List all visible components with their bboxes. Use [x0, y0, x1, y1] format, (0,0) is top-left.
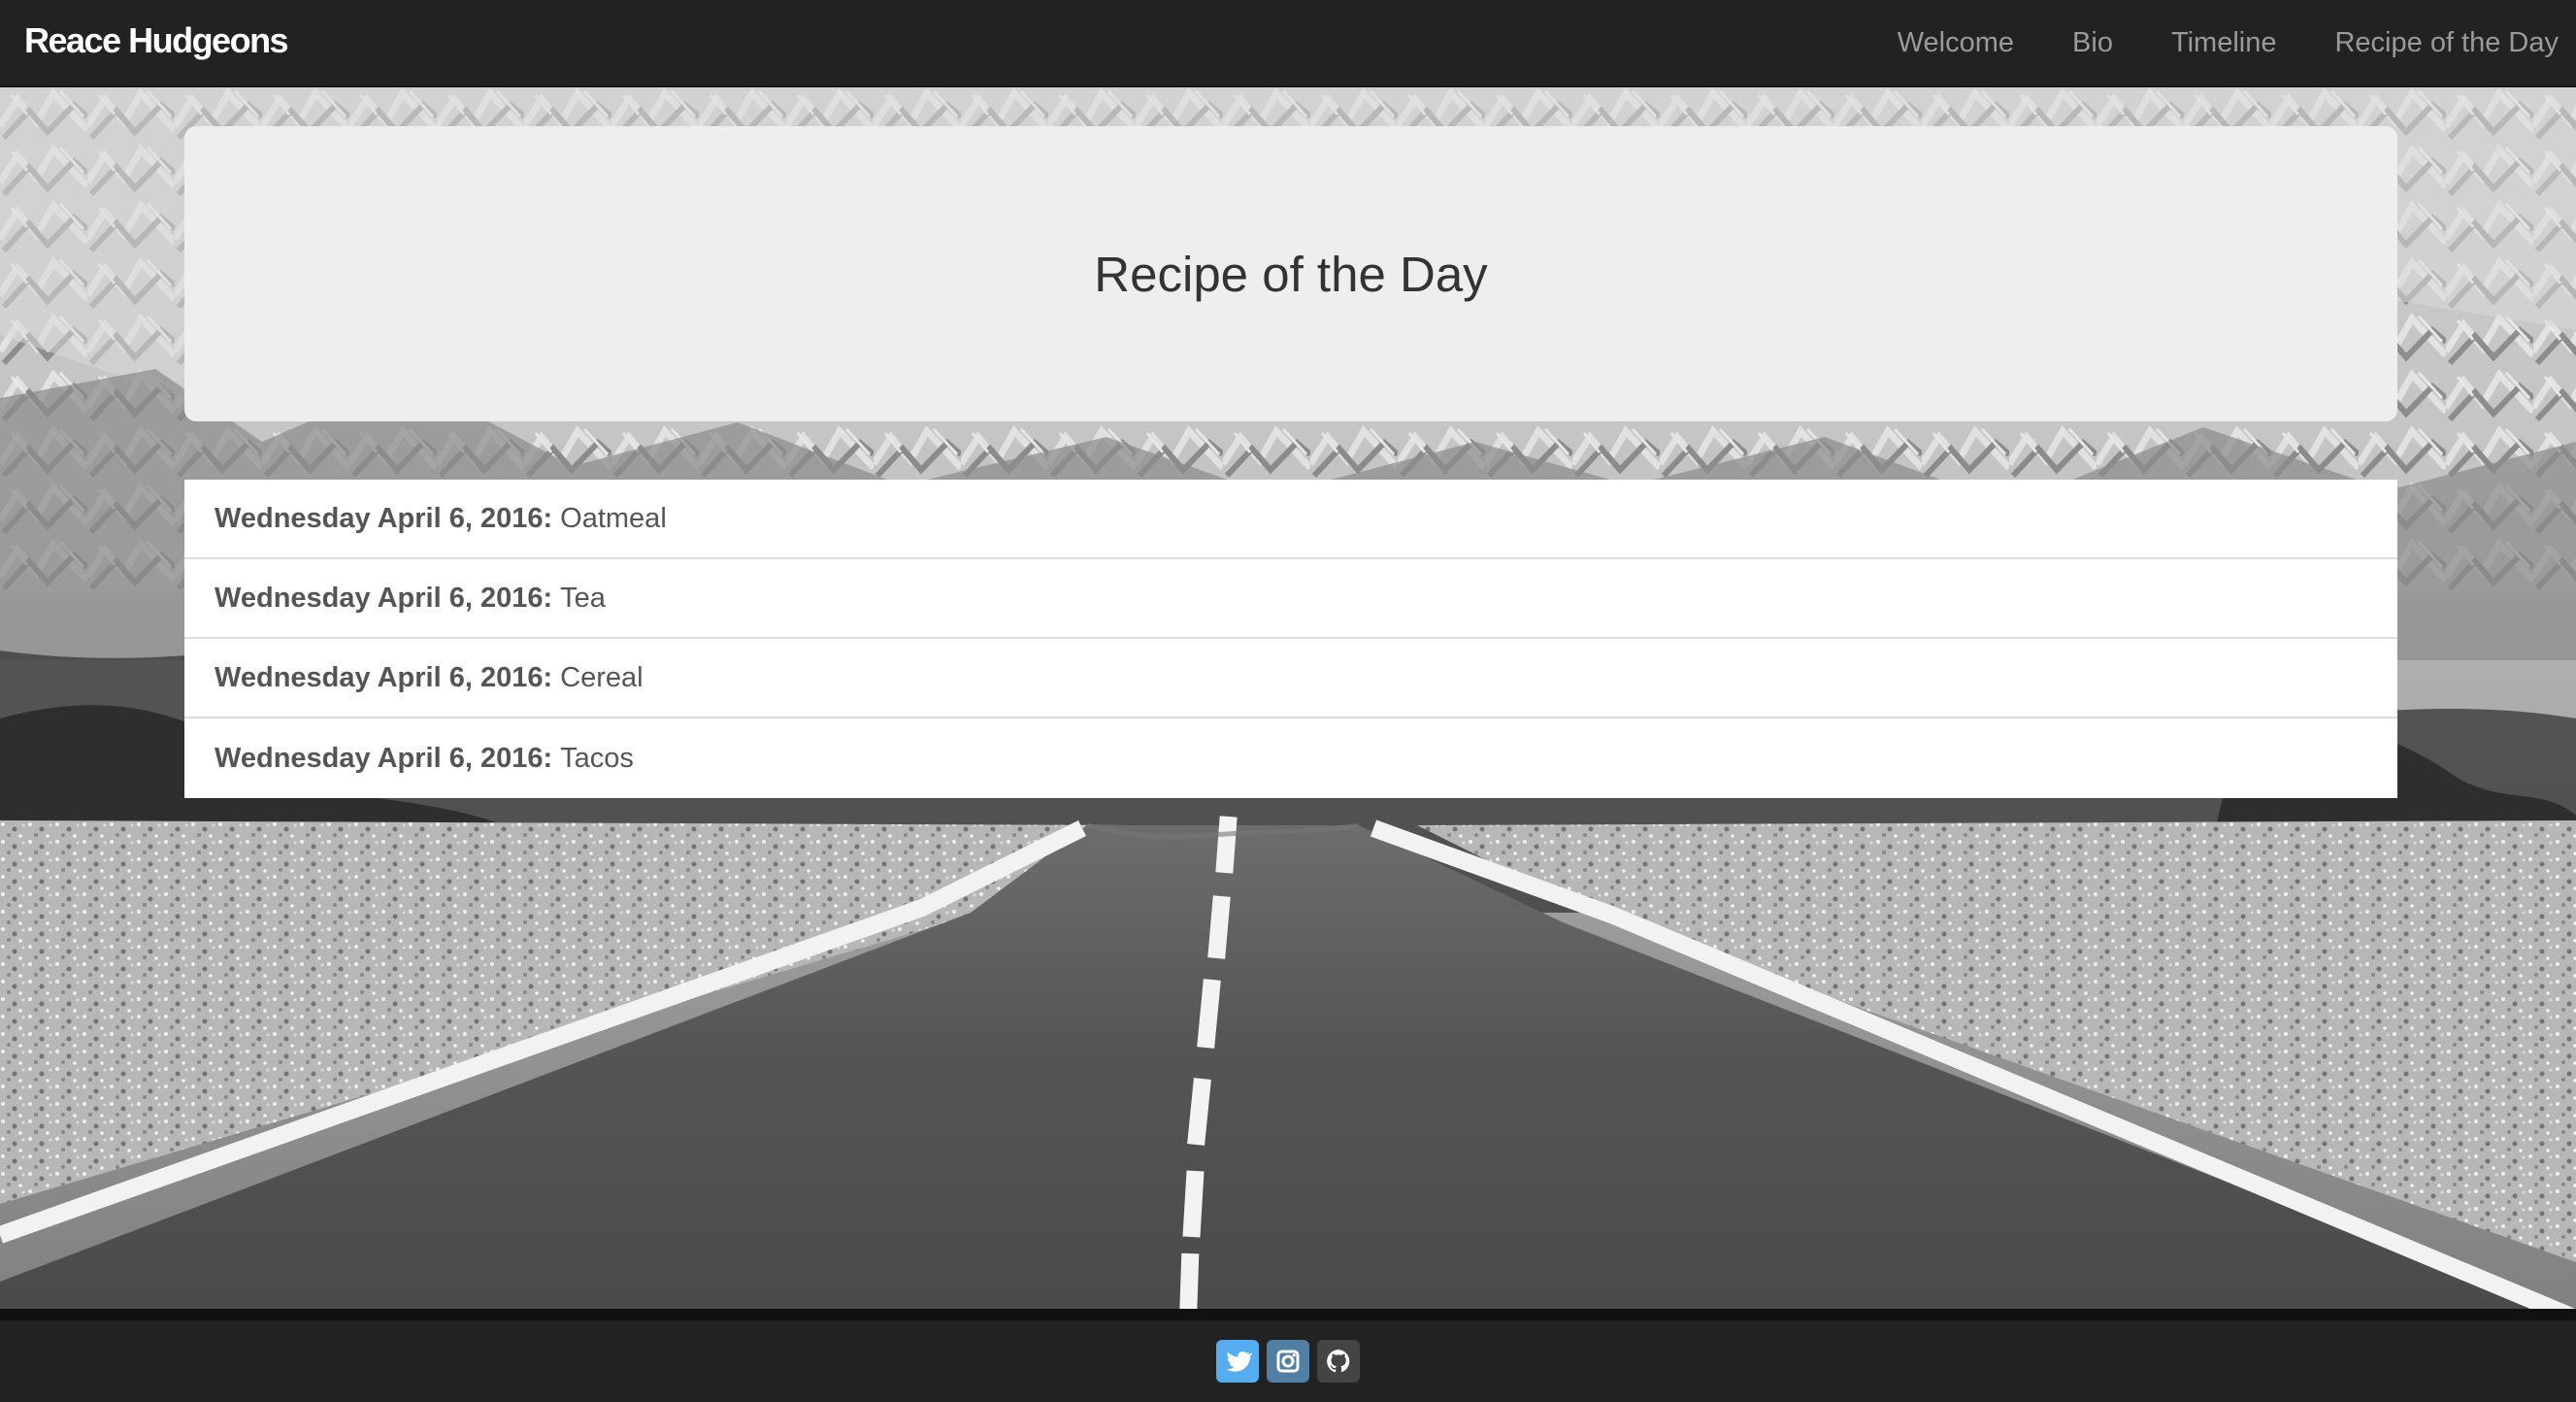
instagram-icon	[1276, 1350, 1300, 1373]
recipe-list-item-cereal: Wednesday April 6, 2016: Cereal	[184, 639, 2397, 718]
instagram-button[interactable]	[1267, 1340, 1309, 1383]
recipe-list-item-tea: Wednesday April 6, 2016: Tea	[184, 559, 2397, 639]
recipe-list-item-oatmeal: Wednesday April 6, 2016: Oatmeal	[184, 480, 2397, 559]
recipe-list: Wednesday April 6, 2016: Oatmeal Wednesd…	[184, 480, 2397, 798]
twitter-icon	[1226, 1352, 1252, 1372]
social-footer	[0, 1319, 2576, 1402]
recipe-heading-panel: Recipe of the Day	[184, 126, 2397, 421]
recipe-name: Tacos	[560, 742, 634, 774]
recipe-name: Oatmeal	[560, 502, 667, 534]
recipe-date: Wednesday April 6, 2016:	[215, 582, 553, 614]
recipe-list-item-tacos: Wednesday April 6, 2016: Tacos	[184, 718, 2397, 798]
main-navigation: Welcome Bio Timeline Recipe of the Day	[1898, 0, 2559, 85]
recipe-date: Wednesday April 6, 2016:	[215, 742, 553, 774]
recipe-date: Wednesday April 6, 2016:	[215, 661, 553, 693]
top-navbar: Reace Hudgeons Welcome Bio Timeline Reci…	[0, 0, 2576, 87]
page-title: Recipe of the Day	[1094, 246, 1488, 302]
recipe-date: Wednesday April 6, 2016:	[215, 502, 553, 534]
nav-link-welcome[interactable]: Welcome	[1898, 27, 2014, 59]
recipe-page: Reace Hudgeons Welcome Bio Timeline Reci…	[0, 0, 2576, 1402]
nav-link-recipe-of-the-day[interactable]: Recipe of the Day	[2334, 27, 2559, 59]
nav-link-bio[interactable]: Bio	[2072, 27, 2113, 59]
twitter-button[interactable]	[1216, 1340, 1259, 1383]
site-brand-link[interactable]: Reace Hudgeons	[24, 20, 289, 61]
github-icon	[1327, 1350, 1350, 1373]
recipe-name: Tea	[560, 582, 606, 614]
github-button[interactable]	[1317, 1340, 1360, 1383]
recipe-name: Cereal	[560, 661, 644, 693]
nav-link-timeline[interactable]: Timeline	[2171, 27, 2277, 59]
